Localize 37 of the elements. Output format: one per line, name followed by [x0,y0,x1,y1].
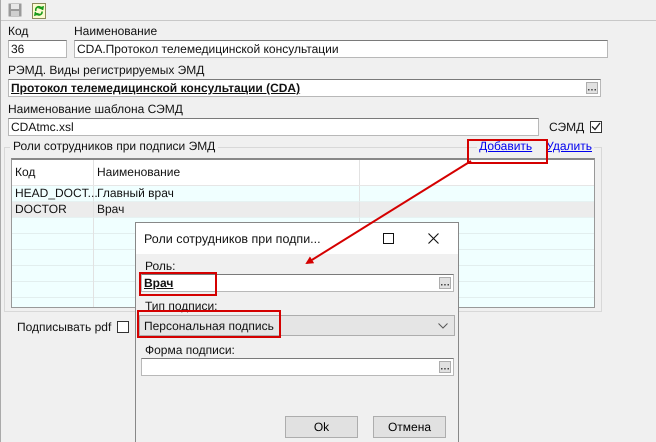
dialog-button[interactable]: Ok [285,416,358,438]
checkbox[interactable] [590,120,602,132]
field-label: Наименование [74,24,158,38]
close-icon[interactable] [428,233,439,244]
checkbox-label: Подписывать pdf [17,320,112,334]
input-field[interactable]: CDAtmc.xsl [8,118,539,136]
input-field[interactable]: CDA.Протокол телемедицинской консультации [74,40,608,58]
input-field[interactable]: Протокол телемедицинской консультации (CDA) [8,79,601,97]
field-label: Код [8,24,30,38]
link[interactable]: Добавить [479,139,532,153]
field-label: Наименование шаблона СЭМД [8,102,183,117]
input-field[interactable]: 36 [8,40,67,58]
dropdown[interactable]: Персональная подпись [139,315,455,336]
dialog-button[interactable]: Отмена [373,416,446,438]
column-header[interactable]: Код [12,160,94,185]
checkbox[interactable] [117,321,130,333]
ellipsis-icon [441,283,449,286]
browse-button[interactable] [439,277,451,289]
field-label: РЭМД. Виды регистрируемых ЭМД [8,63,204,78]
maximize-icon[interactable] [383,233,394,244]
field-label: Роль: [145,260,176,272]
field-label: Форма подписи: [145,344,235,356]
input-field[interactable]: Врач [141,274,454,292]
ellipsis-icon [441,367,449,370]
checkbox-label: СЭМД [549,120,584,134]
browse-button[interactable] [439,361,451,373]
group-title: Роли сотрудников при подписи ЭМД [10,139,218,153]
refresh-icon[interactable] [32,3,46,19]
browse-button[interactable] [586,82,598,94]
chevron-down-icon [438,322,448,328]
ellipsis-icon [588,88,596,91]
dialog-title: Роли сотрудников при подпи... [144,232,322,246]
table-row[interactable]: DOCTOR Врач [12,202,594,218]
link[interactable]: Удалить [546,139,592,153]
field-label: Тип подписи: [145,300,218,312]
column-header[interactable]: Наименование [94,160,360,185]
input-field[interactable] [141,358,454,376]
